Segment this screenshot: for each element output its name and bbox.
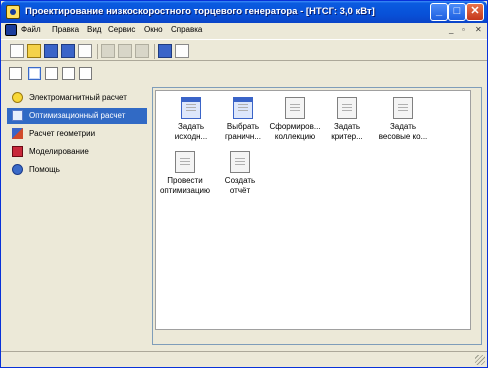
sidebar-item-optimization[interactable]: Оптимизационный расчет xyxy=(7,108,147,124)
sidebar-item-modeling[interactable]: Моделирование xyxy=(7,144,147,160)
task-label: Задать исходн... xyxy=(174,122,208,141)
help-icon xyxy=(12,164,23,175)
menu-window[interactable]: Окно xyxy=(144,25,163,34)
main-window: Проектирование низкоскоростного торцевог… xyxy=(0,0,488,368)
task-label: Создать отчёт xyxy=(224,176,256,195)
list-view-icon[interactable] xyxy=(62,67,75,80)
details-view-icon[interactable] xyxy=(79,67,92,80)
refresh-icon[interactable] xyxy=(158,44,172,58)
menu-file[interactable]: Файл xyxy=(21,25,41,34)
large-icons-view-icon[interactable] xyxy=(28,67,41,80)
vertical-scrollbar[interactable] xyxy=(473,90,479,342)
maximize-button[interactable]: □ xyxy=(448,3,466,21)
sidebar-item-label: Оптимизационный расчет xyxy=(29,111,126,120)
document-icon xyxy=(181,97,201,119)
document-icon xyxy=(337,97,357,119)
task-item-set-weights[interactable]: Задать весовые ко... xyxy=(374,97,432,149)
tools-icon[interactable] xyxy=(175,44,189,58)
task-item-run-optimization[interactable]: Провести оптимизацию xyxy=(156,151,214,203)
content-area: Задать исходн... Выбрать граничн... Сформи… xyxy=(155,90,471,330)
document-menu-icon[interactable] xyxy=(5,24,17,36)
task-item-set-criteria[interactable]: Задать критер... xyxy=(318,97,376,149)
toolbar xyxy=(1,39,487,61)
task-item-set-initial[interactable]: Задать исходн... xyxy=(162,97,220,149)
sidebar-item-label: Помощь xyxy=(29,165,60,174)
document-icon xyxy=(233,97,253,119)
menu-view[interactable]: Вид xyxy=(87,25,101,34)
optimization-icon xyxy=(12,110,23,121)
mdi-restore-button[interactable]: ▫ xyxy=(462,25,465,34)
paste-icon[interactable] xyxy=(135,44,149,58)
cut-icon[interactable] xyxy=(101,44,115,58)
menu-bar: Файл Правка Вид Сервис Окно Справка _ ▫ … xyxy=(1,23,487,38)
task-item-form-collection[interactable]: Сформиров... коллекцию xyxy=(266,97,324,149)
sidebar-item-label: Электромагнитный расчет xyxy=(29,93,127,102)
toolbar-separator xyxy=(97,44,98,59)
window-title: Проектирование низкоскоростного торцевог… xyxy=(25,6,375,17)
title-bar[interactable]: Проектирование низкоскоростного торцевог… xyxy=(1,1,487,23)
mdi-minimize-button[interactable]: _ xyxy=(449,25,453,34)
mdi-close-button[interactable]: ✕ xyxy=(475,25,482,34)
small-icons-view-icon[interactable] xyxy=(45,67,58,80)
toolbar-separator xyxy=(154,44,155,59)
view-toolbar xyxy=(1,63,487,85)
cube-icon xyxy=(12,146,23,157)
task-label: Задать весовые ко... xyxy=(378,122,428,141)
resize-grip-icon[interactable] xyxy=(475,355,485,365)
content-panel: Задать исходн... Выбрать граничн... Сформи… xyxy=(152,87,482,345)
status-bar xyxy=(1,351,487,367)
close-button[interactable]: ✕ xyxy=(466,3,484,21)
task-label: Выбрать граничн... xyxy=(225,122,261,141)
document-icon xyxy=(230,151,250,173)
app-icon[interactable] xyxy=(6,5,20,19)
home-view-icon[interactable] xyxy=(9,67,22,80)
save-icon[interactable] xyxy=(44,44,58,58)
task-label: Задать критер... xyxy=(331,122,363,141)
sidebar-item-label: Расчет геометрии xyxy=(29,129,96,138)
menu-help[interactable]: Справка xyxy=(171,25,202,34)
sidebar-item-help[interactable]: Помощь xyxy=(7,162,147,178)
sidebar-item-geometry[interactable]: Расчет геометрии xyxy=(7,126,147,142)
task-label: Сформиров... коллекцию xyxy=(269,122,321,141)
sidebar-item-label: Моделирование xyxy=(29,147,89,156)
new-document-icon[interactable] xyxy=(10,44,24,58)
document-icon xyxy=(175,151,195,173)
document-icon xyxy=(393,97,413,119)
document-icon xyxy=(285,97,305,119)
task-item-create-report[interactable]: Создать отчёт xyxy=(211,151,269,203)
task-item-choose-boundary[interactable]: Выбрать граничн... xyxy=(214,97,272,149)
sidebar: Электромагнитный расчет Оптимизационный … xyxy=(5,87,147,347)
copy-icon[interactable] xyxy=(118,44,132,58)
save-all-icon[interactable] xyxy=(61,44,75,58)
menu-edit[interactable]: Правка xyxy=(52,25,79,34)
sidebar-item-electromagnetic[interactable]: Электромагнитный расчет xyxy=(7,90,147,106)
task-label: Провести оптимизацию xyxy=(159,176,211,195)
open-folder-icon[interactable] xyxy=(27,44,41,58)
minimize-button[interactable]: _ xyxy=(430,3,448,21)
menu-service[interactable]: Сервис xyxy=(108,25,135,34)
geometry-icon xyxy=(12,128,23,139)
print-icon[interactable] xyxy=(78,44,92,58)
lightbulb-icon xyxy=(12,92,23,103)
